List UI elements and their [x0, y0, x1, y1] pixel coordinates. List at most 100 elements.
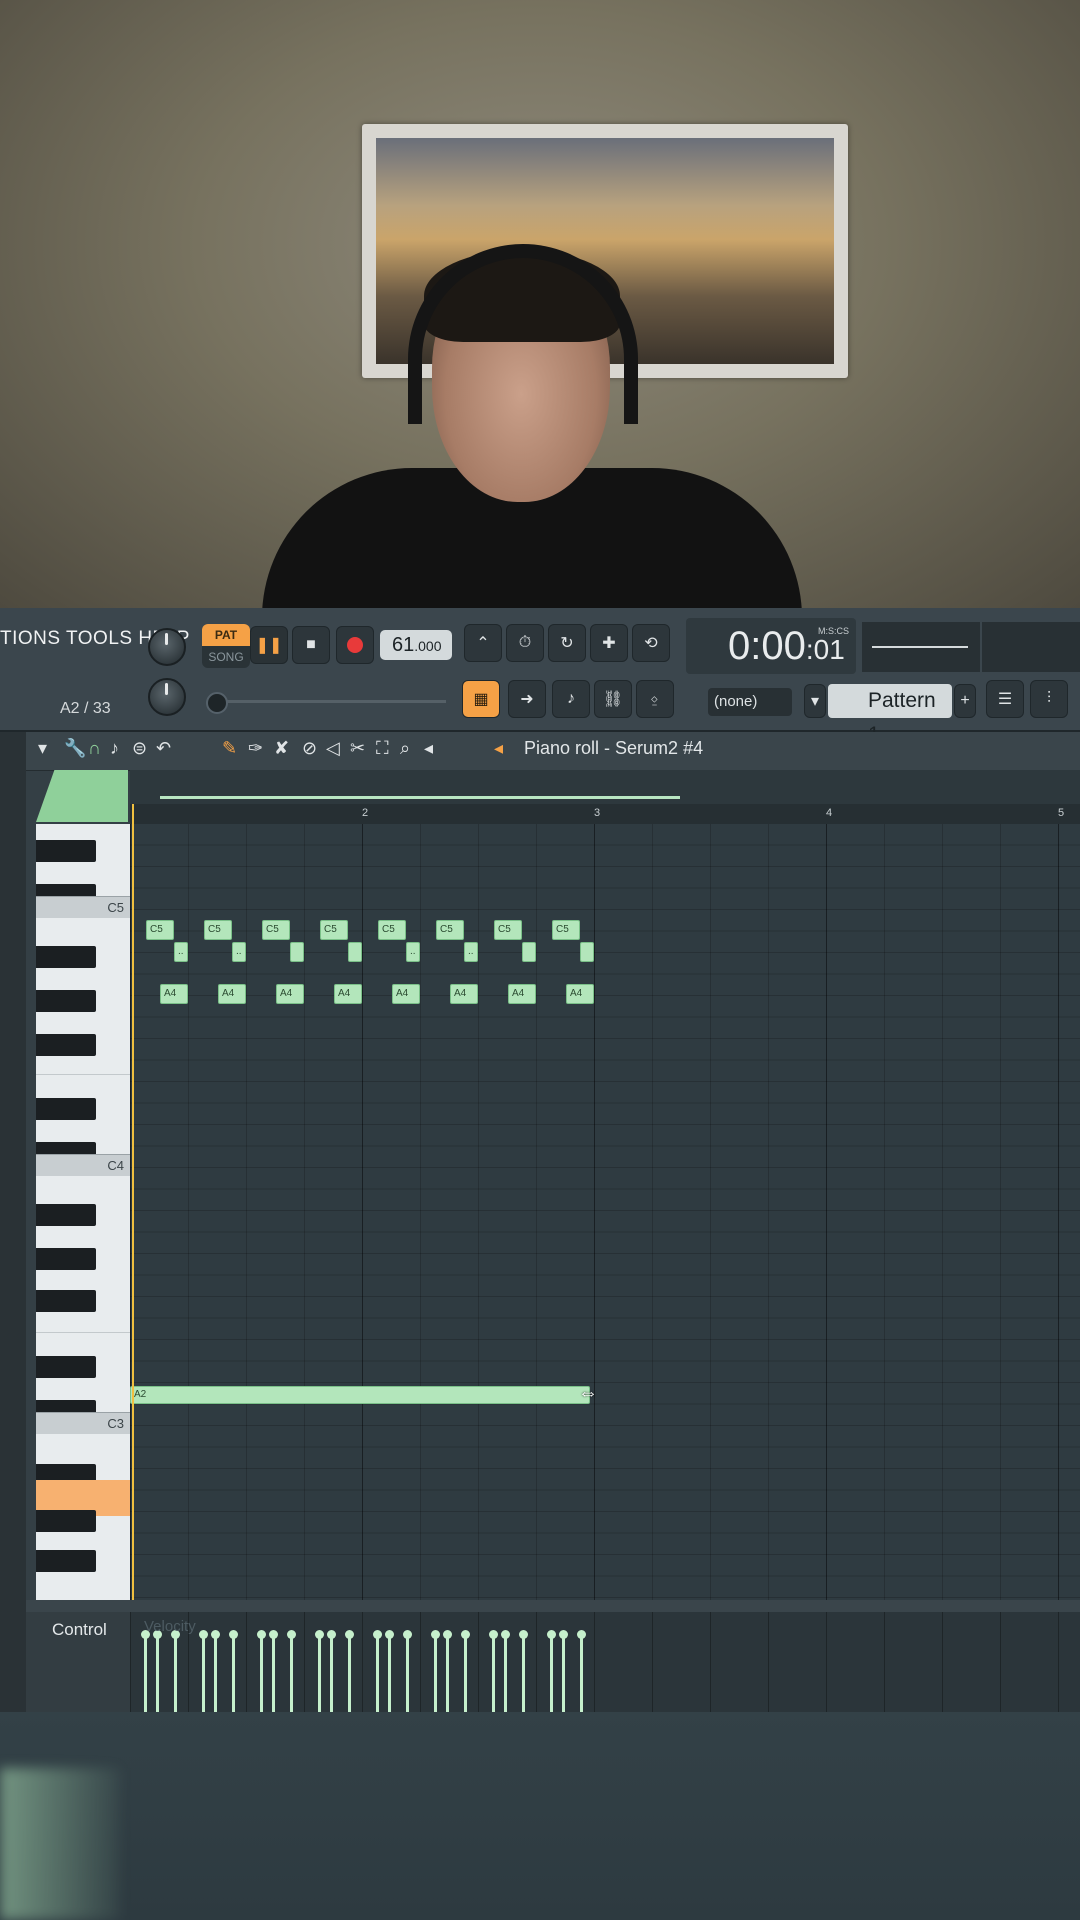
- black-key[interactable]: [36, 1034, 96, 1056]
- note-grid[interactable]: C5 C5 C5 C5 C5 C5 C5 C5 .. .. .. .. A4 A…: [130, 824, 1080, 1600]
- black-key[interactable]: [36, 1550, 96, 1572]
- note-c5[interactable]: C5: [494, 920, 522, 940]
- master-pitch-knob[interactable]: [148, 678, 186, 716]
- speaker-icon[interactable]: ◂: [494, 738, 503, 759]
- velocity-bar[interactable]: [141, 1630, 150, 1712]
- note-c5[interactable]: C5: [146, 920, 174, 940]
- note-short[interactable]: ..: [464, 942, 478, 962]
- overview-scrollbar[interactable]: [160, 796, 680, 799]
- channel-select[interactable]: (none): [708, 688, 792, 716]
- time-ruler[interactable]: 2 3 4 5: [130, 804, 1080, 824]
- note-icon[interactable]: ♪: [110, 738, 119, 759]
- record-button[interactable]: [336, 626, 374, 664]
- zoom-icon[interactable]: ⌕: [400, 738, 410, 759]
- step-edit-button[interactable]: ✚: [590, 624, 628, 662]
- velocity-bar[interactable]: [547, 1630, 556, 1712]
- corner-tool[interactable]: [36, 770, 128, 822]
- note-a2-long[interactable]: A2: [130, 1386, 590, 1404]
- velocity-bar[interactable]: [171, 1630, 180, 1712]
- black-key[interactable]: [36, 840, 96, 862]
- black-key[interactable]: [36, 1098, 96, 1120]
- black-key[interactable]: [36, 990, 96, 1012]
- velocity-bar[interactable]: [257, 1630, 266, 1712]
- velocity-bar[interactable]: [403, 1630, 412, 1712]
- pattern-dropdown-button[interactable]: ▾: [804, 684, 826, 718]
- piano-roll-title[interactable]: Piano roll - Serum2 #4: [524, 738, 703, 759]
- velocity-bar[interactable]: [315, 1630, 324, 1712]
- note-c5[interactable]: C5: [378, 920, 406, 940]
- pause-button[interactable]: ❚❚: [250, 626, 288, 664]
- velocity-bar[interactable]: [559, 1630, 568, 1712]
- tempo-display[interactable]: 61.000: [380, 630, 452, 660]
- stop-button[interactable]: ■: [292, 626, 330, 664]
- delete-icon[interactable]: ✘: [274, 738, 289, 759]
- piano-keyboard[interactable]: C5 C4 C3: [36, 824, 130, 1600]
- paint-icon[interactable]: ✑: [248, 738, 263, 759]
- note-short[interactable]: [522, 942, 536, 962]
- black-key[interactable]: [36, 1356, 96, 1378]
- pattern-selector[interactable]: Pattern 1: [828, 684, 952, 746]
- key-c5[interactable]: C5: [36, 896, 130, 918]
- black-key[interactable]: [36, 1290, 96, 1312]
- note-c5[interactable]: C5: [204, 920, 232, 940]
- master-volume-knob[interactable]: [148, 628, 186, 666]
- link-button[interactable]: ⛓: [594, 680, 632, 718]
- pencil-icon[interactable]: ✎: [222, 738, 237, 759]
- add-pattern-button[interactable]: +: [954, 684, 976, 718]
- slider-knob[interactable]: [206, 692, 228, 714]
- black-key[interactable]: [36, 1248, 96, 1270]
- note-a4[interactable]: A4: [508, 984, 536, 1004]
- velocity-bar[interactable]: [461, 1630, 470, 1712]
- note-c5[interactable]: C5: [320, 920, 348, 940]
- pat-song-toggle[interactable]: PAT SONG: [202, 624, 250, 668]
- mixer-button[interactable]: ♪: [552, 680, 590, 718]
- note-short[interactable]: [290, 942, 304, 962]
- note-short[interactable]: ..: [174, 942, 188, 962]
- channel-rack-button[interactable]: ➜: [508, 680, 546, 718]
- black-key[interactable]: [36, 1510, 96, 1532]
- note-c5[interactable]: C5: [552, 920, 580, 940]
- key-c3[interactable]: C3: [36, 1412, 130, 1434]
- loop-record-button[interactable]: ⟲: [632, 624, 670, 662]
- magnet-icon[interactable]: ∩: [88, 738, 101, 759]
- wrench-icon[interactable]: 🔧: [64, 738, 86, 759]
- note-a4[interactable]: A4: [566, 984, 594, 1004]
- control-dropdown[interactable]: Control: [52, 1620, 107, 1640]
- velocity-bar[interactable]: [211, 1630, 220, 1712]
- velocity-bar[interactable]: [501, 1630, 510, 1712]
- mute-icon[interactable]: ⊘: [302, 738, 317, 759]
- note-a4[interactable]: A4: [160, 984, 188, 1004]
- black-key[interactable]: [36, 946, 96, 968]
- note-short[interactable]: [348, 942, 362, 962]
- browser-button[interactable]: ⍚: [636, 680, 674, 718]
- note-short[interactable]: ..: [406, 942, 420, 962]
- step-seq-button[interactable]: ⫶: [1030, 680, 1068, 718]
- undo-icon[interactable]: ↶: [156, 738, 171, 759]
- note-a4[interactable]: A4: [392, 984, 420, 1004]
- key-c4[interactable]: C4: [36, 1154, 130, 1176]
- velocity-bar[interactable]: [431, 1630, 440, 1712]
- note-a4[interactable]: A4: [218, 984, 246, 1004]
- wait-record-button[interactable]: ⏱: [506, 624, 544, 662]
- pat-label[interactable]: PAT: [202, 624, 250, 646]
- velocity-lane[interactable]: [130, 1612, 1080, 1712]
- note-c5[interactable]: C5: [436, 920, 464, 940]
- velocity-bar[interactable]: [327, 1630, 336, 1712]
- list-icon[interactable]: ⊜: [132, 738, 147, 759]
- velocity-bar[interactable]: [269, 1630, 278, 1712]
- note-short[interactable]: [580, 942, 594, 962]
- menu-arrow-icon[interactable]: ▾: [38, 738, 47, 759]
- velocity-bar[interactable]: [229, 1630, 238, 1712]
- velocity-bar[interactable]: [287, 1630, 296, 1712]
- playhead[interactable]: [132, 804, 134, 1600]
- note-a4[interactable]: A4: [450, 984, 478, 1004]
- note-a4[interactable]: A4: [334, 984, 362, 1004]
- countdown-button[interactable]: ↻: [548, 624, 586, 662]
- playlist-button[interactable]: ☰: [986, 680, 1024, 718]
- playback-icon[interactable]: ◂: [424, 738, 433, 759]
- control-lane-separator[interactable]: [26, 1600, 1080, 1612]
- piano-roll-view-button[interactable]: ▦: [462, 680, 500, 718]
- mute-tool-icon[interactable]: ◁: [326, 738, 340, 759]
- select-icon[interactable]: ⛶: [376, 738, 389, 759]
- main-slider[interactable]: [210, 700, 446, 703]
